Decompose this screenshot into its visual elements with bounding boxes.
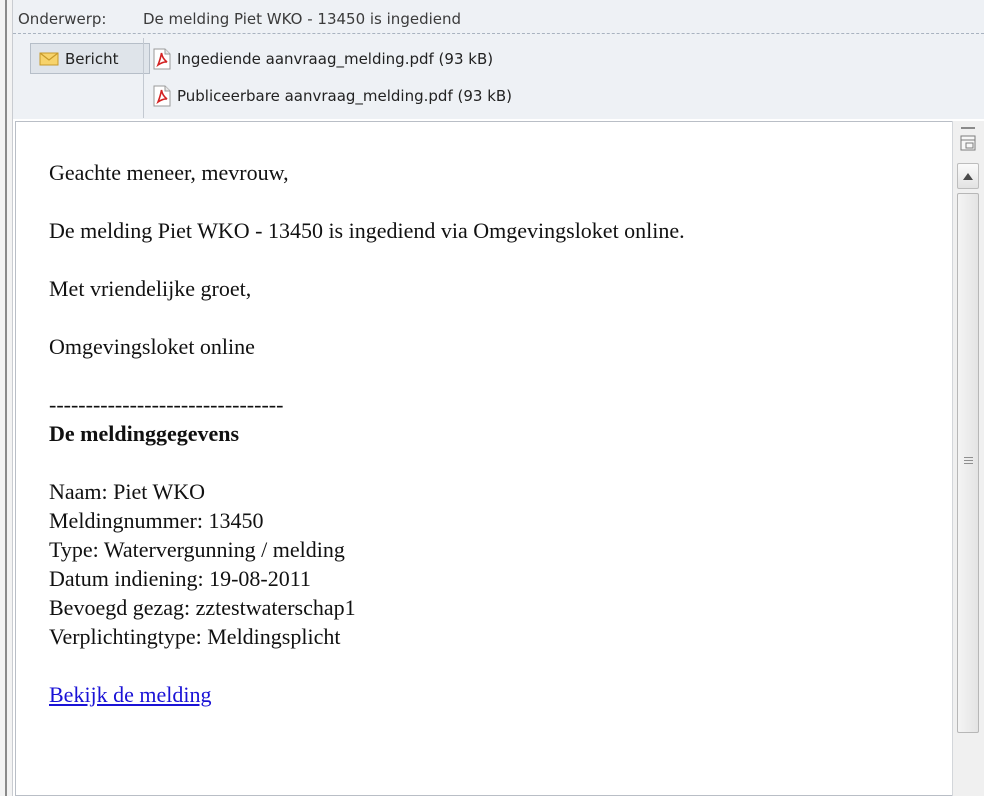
message-tab-button[interactable]: Bericht [30,43,150,74]
message-content: Geachte meneer, mevrouw, De melding Piet… [49,158,685,709]
attachment-label: Publiceerbare aanvraag_melding.pdf (93 k… [177,87,513,105]
attachment-publiceerbare[interactable]: Publiceerbare aanvraag_melding.pdf (93 k… [152,82,512,110]
header-separator [143,38,144,118]
message-body: Geachte meneer, mevrouw, De melding Piet… [15,121,952,796]
sender-text: Omgevingsloket online [49,334,255,359]
subject-label: Onderwerp: [18,10,107,28]
attachment-ingediende[interactable]: Ingediende aanvraag_melding.pdf (93 kB) [152,45,493,73]
detail-bevoegd-gezag: Bevoegd gezag: zztestwaterschap1 [49,595,356,620]
reading-pane-icon[interactable] [960,135,976,151]
pdf-icon [153,48,171,70]
subject-row: Onderwerp: De melding Piet WKO - 13450 i… [13,0,984,34]
text-divider: -------------------------------- [49,392,284,417]
greeting-text: Geachte meneer, mevrouw, [49,160,289,185]
splitter-handle[interactable] [961,127,975,129]
detail-naam: Naam: Piet WKO [49,479,206,504]
detail-type: Type: Watervergunning / melding [49,537,345,562]
section-title: De meldinggegevens [49,421,240,446]
message-tab-label: Bericht [65,49,119,68]
window-left-edge [0,0,13,796]
closing-text: Met vriendelijke groet, [49,276,252,301]
subject-text: De melding Piet WKO - 13450 is ingediend [143,10,462,28]
view-melding-link[interactable]: Bekijk de melding [49,682,212,707]
detail-meldingnummer: Meldingnummer: 13450 [49,508,264,533]
envelope-icon [39,52,59,65]
pdf-icon [153,85,171,107]
scroll-thumb[interactable] [957,193,979,733]
scroll-up-arrow[interactable] [957,163,979,189]
vertical-scrollbar[interactable] [952,121,984,796]
detail-datum: Datum indiening: 19-08-2011 [49,566,311,591]
attachment-label: Ingediende aanvraag_melding.pdf (93 kB) [177,50,494,68]
detail-verplichtingtype: Verplichtingtype: Meldingsplicht [49,624,341,649]
notification-text: De melding Piet WKO - 13450 is ingediend… [49,218,685,243]
window-edge-line [5,0,7,796]
message-header: Onderwerp: De melding Piet WKO - 13450 i… [13,0,984,119]
